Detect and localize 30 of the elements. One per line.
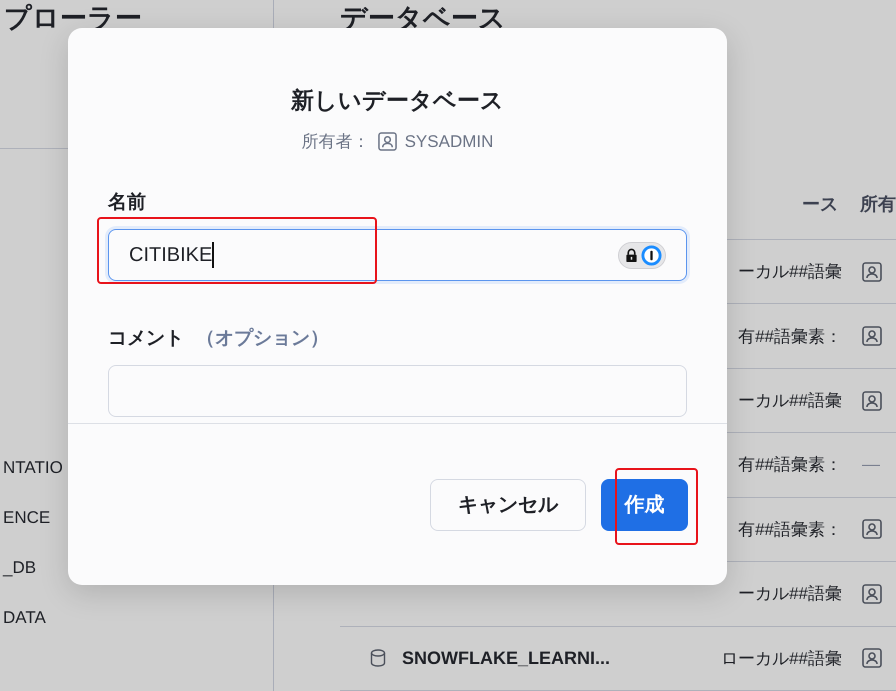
password-manager-icon[interactable] — [618, 242, 666, 268]
field-label-note: （オプション） — [196, 326, 329, 351]
table-cell-text: 有##語彙素： — [737, 326, 842, 348]
table-cell-text: ーカル##語彙 — [737, 261, 842, 284]
dialog-title: 新しいデータベース — [291, 86, 504, 115]
owner-name: SYSADMIN — [404, 132, 494, 152]
sidebar-item[interactable]: DATA — [0, 606, 273, 630]
user-icon — [378, 132, 397, 151]
input-field[interactable] — [108, 365, 687, 417]
database-icon — [370, 649, 386, 668]
user-icon — [862, 390, 882, 411]
table-cell-text: ローカル##語彙 — [720, 648, 842, 670]
input-field[interactable]: CITIBIKE — [108, 229, 687, 281]
table-cell-text: ーカル##語彙 — [737, 583, 842, 606]
user-icon — [862, 326, 882, 346]
table-cell-text: ーカル##語彙 — [737, 390, 842, 412]
create-button[interactable]: 作成 — [601, 478, 688, 530]
user-icon — [862, 648, 882, 668]
table-cell-text: 有##語彙素： — [737, 518, 842, 541]
table-cell: SNOWFLAKE_LEARNI... — [402, 648, 610, 669]
user-icon — [862, 584, 882, 604]
cancel-button[interactable]: キャンセル — [430, 478, 586, 530]
field-label: コメント — [108, 327, 184, 351]
user-icon — [862, 519, 882, 540]
owner-label: 所有者： — [302, 131, 370, 153]
column-header[interactable]: 所有 — [860, 192, 896, 216]
table-cell-text: 有##語彙素： — [737, 454, 842, 476]
user-icon — [862, 262, 882, 282]
table-cell: — — [862, 454, 880, 476]
field-label: 名前 — [108, 191, 146, 215]
